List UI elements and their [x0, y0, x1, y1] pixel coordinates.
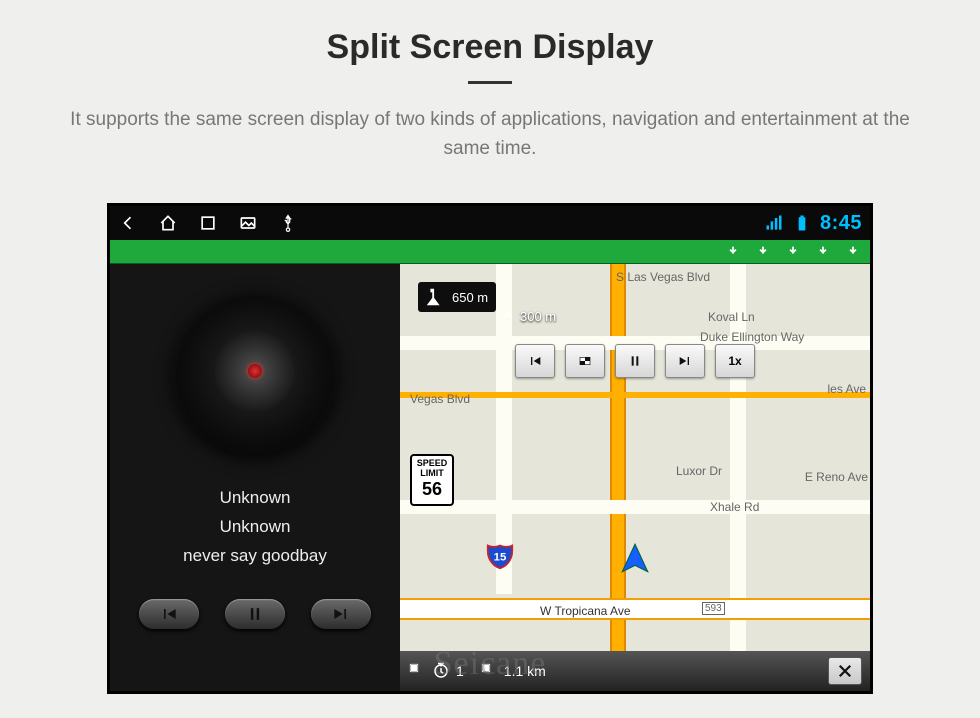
lane-arrow-icon	[726, 242, 740, 261]
signal-icon	[764, 213, 784, 233]
back-icon[interactable]	[118, 213, 138, 233]
sim-stop-button[interactable]	[565, 344, 605, 378]
current-position-icon	[618, 542, 652, 576]
home-icon[interactable]	[158, 213, 178, 233]
lane-guidance-strip	[110, 240, 870, 264]
sim-next-button[interactable]	[665, 344, 705, 378]
play-pause-button[interactable]	[225, 599, 285, 629]
map-canvas[interactable]: S Las Vegas Blvd Koval Ln Duke Ellington…	[400, 264, 870, 691]
title-underline	[468, 81, 512, 84]
lane-arrow-icon	[816, 242, 830, 261]
road-tag: 593	[702, 602, 725, 615]
page-subtitle: It supports the same screen display of t…	[30, 106, 950, 163]
lane-arrow-icon	[846, 242, 860, 261]
road-label: Vegas Blvd	[410, 392, 470, 406]
road-label: les Ave	[828, 382, 866, 396]
close-navigation-button[interactable]	[828, 657, 862, 685]
page-title: Split Screen Display	[0, 0, 980, 67]
track-artist: Unknown	[110, 484, 400, 513]
track-album: Unknown	[110, 513, 400, 542]
speed-limit-sign: SPEED LIMIT 56	[410, 454, 454, 506]
road-label: E Reno Ave	[805, 470, 868, 484]
road-label: Xhale Rd	[710, 500, 759, 514]
recent-apps-icon[interactable]	[198, 213, 218, 233]
sim-control-bar: 1x	[515, 344, 755, 378]
next-track-button[interactable]	[311, 599, 371, 629]
status-bar: 8:45	[110, 206, 870, 240]
road-label: Duke Ellington Way	[700, 330, 804, 344]
prev-track-button[interactable]	[139, 599, 199, 629]
lane-arrow-icon	[756, 242, 770, 261]
gallery-icon[interactable]	[238, 213, 258, 233]
device-screenshot: 8:45 Unknown Unknown never say goodbay	[110, 206, 870, 691]
sim-prev-button[interactable]	[515, 344, 555, 378]
track-title: never say goodbay	[110, 542, 400, 571]
road-label: W Tropicana Ave	[540, 604, 631, 618]
battery-icon	[792, 213, 812, 233]
sim-pause-button[interactable]	[615, 344, 655, 378]
road-label: Koval Ln	[708, 310, 755, 324]
sim-speed-button[interactable]: 1x	[715, 344, 755, 378]
remaining-distance-segment: 1.1 km	[480, 662, 546, 680]
navigation-pane: S Las Vegas Blvd Koval Ln Duke Ellington…	[400, 264, 870, 691]
eta-segment: 1	[408, 662, 464, 680]
lane-arrow-icon	[786, 242, 800, 261]
nav-bottom-bar: 1 1.1 km	[400, 651, 870, 691]
distance-primary: 650 m	[418, 282, 496, 312]
road-label: Luxor Dr	[676, 464, 722, 478]
interstate-shield-icon: 15	[486, 542, 514, 570]
road-label: S Las Vegas Blvd	[616, 270, 710, 284]
usb-icon[interactable]	[278, 213, 298, 233]
distance-secondary: 300 m	[500, 308, 556, 324]
clock: 8:45	[820, 212, 862, 235]
svg-text:15: 15	[494, 551, 507, 563]
album-disc	[172, 288, 338, 454]
media-player-pane: Unknown Unknown never say goodbay	[110, 264, 400, 691]
